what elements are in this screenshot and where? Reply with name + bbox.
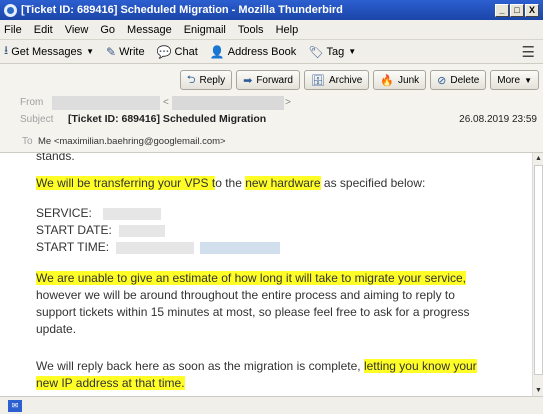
highlight-vps-transfer: We will be transferring your VPS t	[36, 176, 216, 190]
minimize-button[interactable]: _	[495, 3, 509, 17]
start-date-label: START DATE:	[36, 223, 112, 237]
body-paragraph-2: We are unable to give an estimate of how…	[36, 270, 491, 338]
sender-bracket-close: >	[285, 97, 291, 108]
body-text: We will reply back here as soon as the m…	[36, 359, 364, 373]
close-button[interactable]: X	[525, 3, 539, 17]
service-redacted	[103, 207, 162, 220]
window-controls: _ □ X	[495, 3, 539, 17]
chat-label: Chat	[174, 45, 198, 58]
app-menu-icon[interactable]: ☰	[522, 43, 535, 61]
forward-label: Forward	[256, 74, 293, 86]
start-time-line: START TIME:	[36, 239, 491, 256]
more-button[interactable]: More ▼	[490, 70, 539, 90]
scroll-thumb[interactable]	[534, 165, 543, 375]
scroll-down-icon[interactable]: ▼	[533, 385, 543, 396]
online-status-icon[interactable]: ✉	[8, 400, 22, 412]
body-partial-line: stands.	[36, 153, 75, 163]
menu-enigmail[interactable]: Enigmail	[184, 24, 226, 36]
delete-label: Delete	[450, 74, 480, 86]
reply-label: Reply	[199, 74, 226, 86]
menu-edit[interactable]: Edit	[34, 24, 53, 36]
body-text: however we will be around throughout the…	[36, 288, 455, 302]
chevron-down-icon: ▼	[348, 47, 357, 56]
archive-icon: 🗄	[311, 74, 325, 87]
delete-icon: ⊘	[437, 74, 447, 87]
get-messages-button[interactable]: ⭳ Get Messages ▼	[4, 41, 94, 62]
service-label: SERVICE:	[36, 206, 92, 220]
scroll-up-icon[interactable]: ▲	[533, 153, 543, 164]
address-book-label: Address Book	[227, 45, 297, 58]
vertical-scrollbar[interactable]: ▲ ▼	[532, 153, 543, 396]
archive-label: Archive	[328, 74, 363, 86]
archive-button[interactable]: 🗄 Archive	[304, 70, 370, 90]
menu-bar: File Edit View Go Message Enigmail Tools…	[0, 20, 543, 40]
download-icon: ⭳	[4, 43, 9, 57]
menu-help[interactable]: Help	[276, 24, 299, 36]
menu-go[interactable]: Go	[100, 24, 115, 36]
subject-value: [Ticket ID: 689416] Scheduled Migration	[68, 113, 267, 125]
junk-label: Junk	[398, 74, 420, 86]
highlight-ip-notice-cont: new IP address at that time.	[36, 376, 185, 390]
service-line: SERVICE:	[36, 205, 491, 222]
get-messages-label: Get Messages	[11, 45, 83, 58]
message-body: stands. We will be transferring your VPS…	[2, 153, 532, 396]
menu-file[interactable]: File	[4, 24, 22, 36]
tag-button[interactable]: 🏷 Tag ▼	[308, 45, 356, 59]
subject-label: Subject	[20, 114, 54, 125]
chevron-down-icon[interactable]: ▼	[86, 47, 94, 56]
to-label: To	[22, 136, 33, 147]
tag-label: Tag	[326, 45, 345, 58]
chat-button[interactable]: 💬 Chat	[157, 45, 198, 59]
junk-button[interactable]: 🔥 Junk	[373, 70, 427, 90]
from-label: From	[20, 97, 44, 108]
body-text: update.	[36, 322, 77, 336]
highlight-ip-notice: letting you know your	[363, 359, 477, 373]
contact-icon: 👤	[209, 44, 225, 59]
message-actions: ⮌ Reply ➡ Forward 🗄 Archive 🔥 Junk ⊘ Del…	[179, 70, 539, 90]
thunderbird-icon	[4, 3, 17, 17]
status-bar: ✉	[0, 396, 543, 414]
start-time-label: START TIME:	[36, 240, 110, 254]
start-time-redacted-2	[200, 241, 281, 254]
start-time-redacted	[116, 241, 195, 254]
more-label: More	[497, 74, 521, 86]
message-header: ⮌ Reply ➡ Forward 🗄 Archive 🔥 Junk ⊘ Del…	[0, 64, 543, 153]
address-book-button[interactable]: 👤 Address Book	[210, 45, 296, 59]
title-bar: [Ticket ID: 689416] Scheduled Migration …	[0, 0, 543, 20]
body-text: o the	[215, 176, 246, 190]
chat-bubble-icon: 💬	[156, 44, 172, 59]
recipient-address[interactable]: Me <maximilian.baehring@googlemail.com>	[38, 136, 226, 147]
body-text: as specified below:	[320, 176, 426, 190]
highlight-new-hardware: new hardware	[245, 176, 321, 190]
tag-icon: 🏷	[308, 44, 324, 59]
sender-name-redacted	[52, 96, 160, 110]
write-button[interactable]: ✎ Write	[106, 45, 145, 59]
menu-tools[interactable]: Tools	[238, 24, 264, 36]
chevron-down-icon: ▼	[524, 75, 532, 85]
message-date: 26.08.2019 23:59	[459, 114, 537, 125]
main-toolbar: ⭳ Get Messages ▼ ✎ Write 💬 Chat 👤 Addres…	[0, 40, 543, 64]
reply-icon: ⮌	[186, 73, 196, 86]
body-text: support tickets within 15 minutes at mos…	[36, 305, 470, 319]
maximize-button[interactable]: □	[510, 3, 524, 17]
reply-button[interactable]: ⮌ Reply	[179, 70, 233, 90]
junk-flame-icon: 🔥	[380, 74, 395, 87]
sender-bracket-open: <	[163, 97, 169, 108]
highlight-estimate: We are unable to give an estimate of how…	[36, 271, 466, 285]
menu-message[interactable]: Message	[127, 24, 172, 36]
body-paragraph-1: We will be transferring your VPS to the …	[36, 175, 491, 192]
write-label: Write	[119, 45, 145, 58]
forward-icon: ➡	[243, 74, 253, 87]
window-title: [Ticket ID: 689416] Scheduled Migration …	[21, 4, 343, 16]
body-paragraph-3: We will reply back here as soon as the m…	[36, 358, 491, 392]
sender-email-redacted	[172, 96, 284, 110]
delete-button[interactable]: ⊘ Delete	[430, 70, 487, 90]
start-date-redacted	[119, 224, 166, 237]
start-date-line: START DATE:	[36, 222, 491, 239]
forward-button[interactable]: ➡ Forward	[236, 70, 300, 90]
pencil-icon: ✎	[106, 44, 117, 59]
menu-view[interactable]: View	[65, 24, 89, 36]
